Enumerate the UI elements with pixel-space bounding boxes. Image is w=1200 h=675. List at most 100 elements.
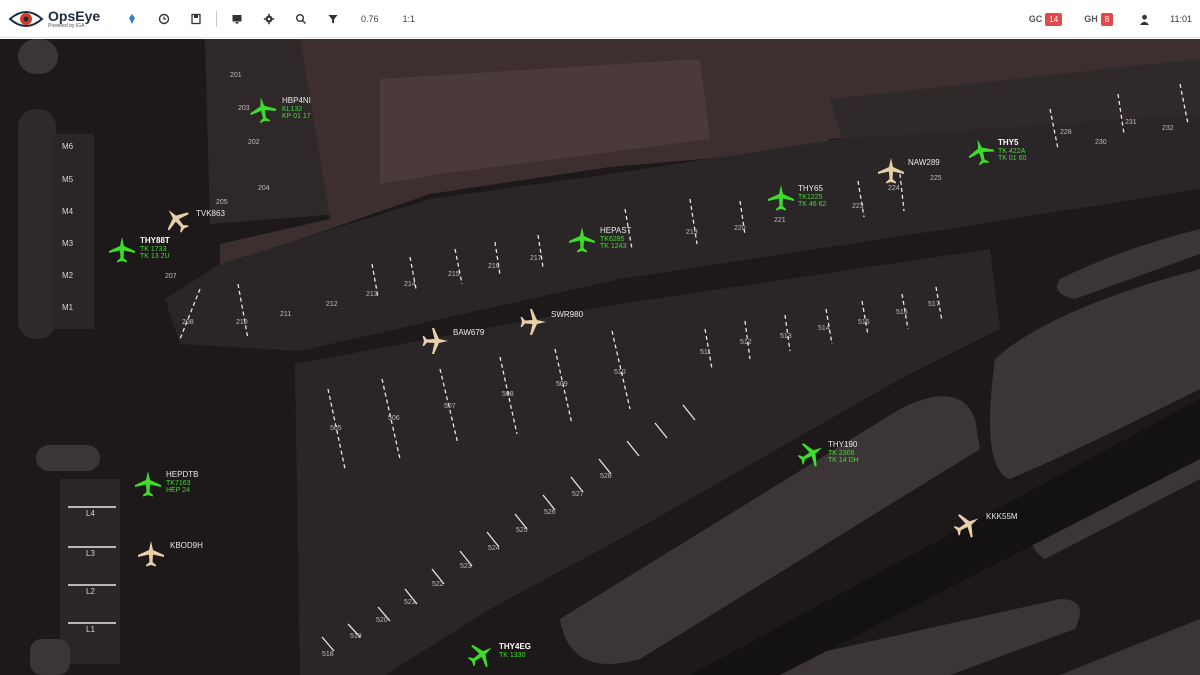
aircraft-callsign: THY190 [828,440,858,449]
aircraft-flight-info: TK 14 DH [828,457,859,465]
stand-label: 519 [350,633,362,640]
stand-label: 202 [248,139,260,146]
aircraft-label[interactable]: HBP4NI KL132 KP 01 17 [282,96,311,121]
stand-label: 214 [404,281,416,288]
lower-row-label: L1 [86,625,95,634]
stand-label: 213 [366,291,378,298]
aircraft-label[interactable]: THY4EG TK 1330 [499,642,532,659]
filter-icon [328,14,338,23]
gc-badge: 14 [1045,12,1063,26]
save-button[interactable] [180,0,212,38]
lower-row-label: L2 [86,587,95,596]
stand-label: 228 [1060,129,1072,136]
aircraft-label[interactable]: KKK55M [986,512,1018,522]
aircraft-label[interactable]: TVK863 [196,209,225,219]
user-icon[interactable] [1139,14,1150,25]
aircraft-icon-green[interactable] [107,235,137,265]
aircraft-flight-info: TK 13 2U [140,253,170,261]
stand-label: 211 [280,311,292,318]
stand-label: 221 [774,217,786,224]
aircraft-flight-info: TK 46 62 [798,201,827,209]
aircraft-flight-info: TK 2306 [828,449,855,457]
aircraft-icon-tan[interactable] [876,156,906,186]
gh-badge: 8 [1100,12,1114,26]
aircraft-label[interactable]: THY88T TK 1733 TK 13 2U [140,236,170,261]
aircraft-label[interactable]: BAW679 [453,328,484,338]
stand-label: 223 [852,203,864,210]
aircraft-icon-green[interactable] [567,225,597,255]
gc-counter[interactable]: GC 14 [1029,12,1063,26]
eye-logo-icon [8,10,44,27]
stand-label: 524 [488,545,500,552]
aircraft-label[interactable]: KBOD9H [170,541,203,551]
stand-label: 513 [780,333,792,340]
stand-label: 220 [734,225,746,232]
stand-label: 527 [572,491,584,498]
aircraft-flight-info: TK 1733 [140,245,167,253]
monitor-button[interactable] [221,0,253,38]
aircraft-flight-info: TK 01 60 [998,155,1027,163]
settings-button[interactable] [253,0,285,38]
aircraft-icon-green[interactable] [246,93,281,128]
aircraft-icon-green[interactable] [766,183,796,213]
stand-label: 512 [740,339,752,346]
stand-label: 528 [600,473,612,480]
aircraft-callsign: THY5 [998,138,1019,147]
stand-label: 514 [818,325,830,332]
history-button[interactable] [148,0,180,38]
aircraft-label[interactable]: HEPAST TK6285 TK 1243 [600,226,631,251]
search-button[interactable] [285,0,317,38]
pad-top-left [18,39,58,74]
aircraft-label[interactable]: NAW289 [908,158,940,168]
gh-label: GH [1084,14,1098,24]
aircraft-callsign: NAW289 [908,158,940,167]
aircraft-icon-green[interactable] [133,469,163,499]
aircraft-flight-info: TK 422A [998,147,1026,155]
filter-button[interactable] [317,0,349,38]
ratio-readout[interactable]: 1:1 [391,14,428,24]
aircraft-label[interactable]: SWR980 [551,310,583,320]
aircraft-callsign: HBP4NI [282,96,311,105]
aircraft-flight-info: TK 1243 [600,243,627,251]
stand-label: 225 [930,175,942,182]
app-logo[interactable]: OpsEye Powered by IGA [8,8,108,30]
aircraft-callsign: THY88T [140,236,170,245]
aircraft-label[interactable]: HEPDTB TK7163 HEP 24 [166,470,198,495]
toolbar-divider [216,10,217,27]
aircraft-flight-info: KL132 [282,105,303,113]
remote-row-label: M5 [62,175,74,184]
tool-group: 0.76 1:1 [116,0,427,38]
stand-label: 215 [448,271,460,278]
aircraft-label[interactable]: THY190 TK 2306 TK 14 DH [828,440,859,465]
stand-label: 520 [376,617,388,624]
aircraft-callsign: KBOD9H [170,541,203,550]
settings-icon [263,13,275,24]
stand-label: 518 [322,651,334,658]
airport-map[interactable]: M6 M5 M4 M3 M2 M1 L4 L3 L2 L1 201 203 20… [0,39,1200,675]
aircraft-callsign: THY4EG [499,642,532,651]
stand-label: 201 [230,72,242,79]
aircraft-label[interactable]: THY65 TK1225 TK 46 62 [798,184,827,209]
aircraft-icon-tan[interactable] [518,307,548,337]
logo-name: OpsEye [48,7,101,24]
aircraft-flight-info: TK7163 [166,479,191,487]
search-icon [296,13,307,24]
gh-counter[interactable]: GH 8 [1084,12,1114,26]
stand-label: 508 [502,391,514,398]
stand-label: 515 [858,319,870,326]
stand-label: 219 [686,229,698,236]
stand-label: 523 [460,563,472,570]
stand-label: 509 [556,381,568,388]
stand-label: 516 [896,309,908,316]
pin-button[interactable] [116,0,148,38]
aircraft-flight-info: TK1225 [798,193,823,201]
stand-label: 521 [404,599,416,606]
clock: 11:01 [1170,14,1192,24]
pad-bottom-left [36,445,100,471]
history-icon [158,13,170,24]
zoom-readout[interactable]: 0.76 [349,14,391,24]
aircraft-icon-tan[interactable] [136,539,166,569]
aircraft-icon-tan[interactable] [420,326,450,356]
aircraft-label[interactable]: THY5 TK 422A TK 01 60 [998,138,1027,163]
logo-tagline: Powered by IGA [48,22,85,29]
